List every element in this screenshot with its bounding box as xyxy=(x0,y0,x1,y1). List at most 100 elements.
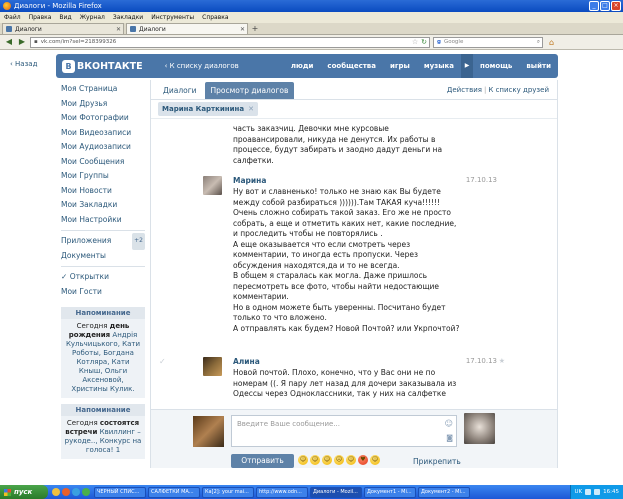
smile-icon[interactable]: ☺ xyxy=(445,419,453,428)
quick-launch-icon[interactable] xyxy=(62,488,70,496)
left-menu-settings[interactable]: Мои Настройки xyxy=(61,213,145,228)
message-line: собрать, а еще и отметить каких нет, как… xyxy=(233,218,457,228)
smile-emoji-icon[interactable]: ☺ xyxy=(298,455,308,465)
kiss-emoji-icon[interactable]: ☺ xyxy=(370,455,380,465)
browser-tab-1[interactable]: Диалоги ✕ xyxy=(2,23,124,34)
avatar[interactable] xyxy=(203,176,222,195)
address-bar[interactable]: ▪ vk.com/im?sel=218399326 ☆ ↻ xyxy=(30,36,430,48)
back-to-dialogs-link[interactable]: ‹ К списку диалогов xyxy=(165,62,239,70)
left-menu-videos[interactable]: Мои Видеозаписи xyxy=(61,126,145,141)
taskbar-item[interactable]: Диалоги - Mozil... xyxy=(310,486,362,498)
left-menu-groups[interactable]: Мои Группы xyxy=(61,169,145,184)
vk-favicon-icon xyxy=(130,26,136,32)
left-menu-messages[interactable]: Мои Сообщения xyxy=(61,155,145,170)
left-menu-postcards[interactable]: ✓ Открытки xyxy=(61,270,145,285)
taskbar-item[interactable]: САЛФЕТКИ МА... xyxy=(148,486,200,498)
top-menu-people[interactable]: люди xyxy=(284,62,321,70)
left-menu-photos[interactable]: Мои Фотографии xyxy=(61,111,145,126)
laugh-emoji-icon[interactable]: ☺ xyxy=(346,455,356,465)
site-identity-icon: ▪ xyxy=(34,39,38,45)
menu-help[interactable]: Справка xyxy=(202,14,228,21)
left-menu-bookmarks[interactable]: Мои Закладки xyxy=(61,198,145,213)
message-input[interactable]: Введите Ваше сообщение... ☺ ◙ xyxy=(231,415,457,447)
left-menu-my-page[interactable]: Моя Страница xyxy=(61,82,145,97)
remove-chip-icon[interactable]: ✕ xyxy=(248,105,254,113)
taskbar-item[interactable]: Документ2 - Mi... xyxy=(418,486,470,498)
left-menu-apps-label: Приложения xyxy=(61,236,112,245)
tab-dialogs[interactable]: Диалоги xyxy=(157,82,203,99)
music-play-icon[interactable]: ▶ xyxy=(461,54,474,78)
left-menu-audio[interactable]: Мои Аудиозаписи xyxy=(61,140,145,155)
menu-tools[interactable]: Инструменты xyxy=(151,14,194,21)
quick-launch-icon[interactable] xyxy=(72,488,80,496)
back-arrow-icon[interactable]: ◀ xyxy=(4,37,14,47)
message-line: часть заказчиц. Девочки мне курсовые xyxy=(233,124,389,133)
minimize-button[interactable]: _ xyxy=(589,1,599,11)
participant-chip[interactable]: Марина Карткинина ✕ xyxy=(158,102,258,116)
start-button[interactable]: пуск xyxy=(0,485,48,499)
top-menu-help[interactable]: помощь xyxy=(473,62,519,70)
my-avatar[interactable] xyxy=(193,416,224,447)
back-to-dialogs-label: К списку диалогов xyxy=(169,62,239,70)
left-menu-documents[interactable]: Документы xyxy=(61,249,145,264)
reload-icon[interactable]: ↻ xyxy=(421,38,427,46)
check-icon[interactable]: ✓ xyxy=(159,357,166,366)
home-icon[interactable]: ⌂ xyxy=(549,38,554,47)
message-composer: Введите Ваше сообщение... ☺ ◙ Отправить … xyxy=(151,409,557,468)
close-button[interactable]: × xyxy=(611,1,621,11)
quick-launch-icon[interactable] xyxy=(52,488,60,496)
close-tab-icon[interactable]: ✕ xyxy=(116,26,121,33)
actions-link[interactable]: Действия xyxy=(447,86,482,94)
left-menu-friends[interactable]: Мои Друзья xyxy=(61,97,145,112)
friends-list-link[interactable]: К списку друзей xyxy=(488,86,549,94)
taskbar-item[interactable]: http://www.odn... xyxy=(256,486,308,498)
forward-arrow-icon[interactable]: ▶ xyxy=(17,37,27,47)
message-author[interactable]: Алина xyxy=(233,357,260,366)
menu-bookmarks[interactable]: Закладки xyxy=(113,14,143,21)
menu-file[interactable]: Файл xyxy=(4,14,21,21)
camera-icon[interactable]: ◙ xyxy=(446,434,453,442)
new-tab-icon[interactable]: + xyxy=(250,24,260,34)
tray-icon[interactable] xyxy=(594,489,601,495)
wink-emoji-icon[interactable]: ☺ xyxy=(310,455,320,465)
left-menu-guests[interactable]: Мои Гости xyxy=(61,285,145,300)
quick-launch-icon[interactable] xyxy=(82,488,90,496)
back-link[interactable]: ‹ Назад xyxy=(10,60,37,68)
vk-logo[interactable]: В ВКОНТАКТЕ xyxy=(62,59,143,73)
tray-icon[interactable] xyxy=(585,489,592,495)
menu-history[interactable]: Журнал xyxy=(80,14,105,21)
tongue-emoji-icon[interactable]: ☺ xyxy=(322,455,332,465)
bookmark-star-icon[interactable]: ☆ xyxy=(412,38,418,46)
left-menu-apps[interactable]: Приложения +2 xyxy=(61,233,145,250)
search-box[interactable]: g Google ⌕ xyxy=(433,36,543,48)
send-button[interactable]: Отправить xyxy=(231,454,294,468)
heart-emoji-icon[interactable]: ♥ xyxy=(358,455,368,465)
reminder-names[interactable]: Андрія Кульчицького, Кати Роботы, Богдан… xyxy=(66,331,140,393)
menu-view[interactable]: Вид xyxy=(59,14,71,21)
maximize-button[interactable]: □ xyxy=(600,1,610,11)
recipient-avatar[interactable] xyxy=(464,413,495,444)
avatar[interactable] xyxy=(203,357,222,376)
top-menu-music[interactable]: музыка xyxy=(417,62,461,70)
taskbar-item[interactable]: Ка[2]: your mai... xyxy=(202,486,254,498)
left-menu-news[interactable]: Мои Новости xyxy=(61,184,145,199)
sad-emoji-icon[interactable]: ☹ xyxy=(334,455,344,465)
taskbar-item[interactable]: ЧЕРНЫЙ СПИС... xyxy=(94,486,146,498)
reminder-extra[interactable]: голоса! 1 xyxy=(86,446,120,454)
message-line: между собой разбираться )))))).Там ТАКАЯ… xyxy=(233,197,441,207)
star-icon[interactable]: ★ xyxy=(499,357,505,365)
search-icon[interactable]: ⌕ xyxy=(537,39,540,46)
browser-tab-2[interactable]: Диалоги ✕ xyxy=(126,23,248,34)
close-tab-icon[interactable]: ✕ xyxy=(240,26,245,33)
message-author[interactable]: Марина xyxy=(233,176,266,185)
menu-edit[interactable]: Правка xyxy=(29,14,52,21)
top-menu-games[interactable]: игры xyxy=(383,62,417,70)
clock: 16:45 xyxy=(603,489,619,495)
attach-link[interactable]: Прикрепить xyxy=(413,457,461,466)
message-line: В общем я старалась как могла. Даже приш… xyxy=(233,271,428,280)
top-menu-logout[interactable]: выйти xyxy=(519,62,558,70)
top-menu-communities[interactable]: сообщества xyxy=(320,62,383,70)
taskbar-item[interactable]: Документ1 - Mi... xyxy=(364,486,416,498)
language-indicator[interactable]: UK xyxy=(575,489,583,495)
tab-view-dialog[interactable]: Просмотр диалогов xyxy=(204,82,295,99)
